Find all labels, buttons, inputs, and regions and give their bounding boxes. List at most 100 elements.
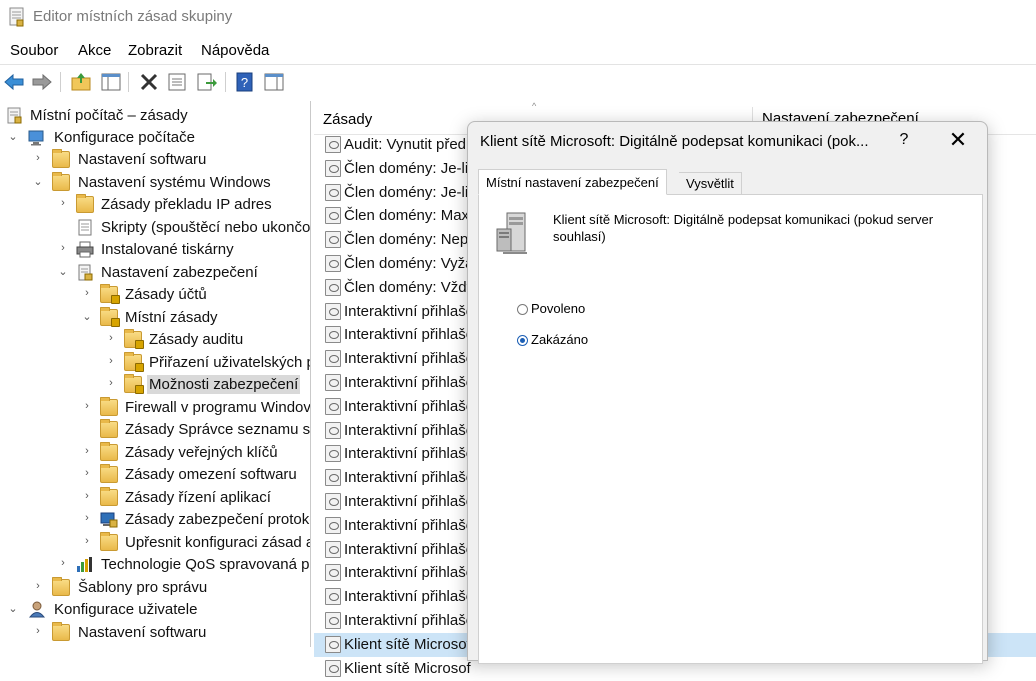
chevron-right-icon[interactable]: › (58, 197, 68, 209)
tree-label: Zásady překladu IP adres (101, 196, 272, 213)
chevron-right-icon[interactable]: › (106, 355, 116, 367)
up-folder-icon[interactable] (70, 71, 92, 93)
policy-editor-app-icon (9, 7, 24, 27)
menu-zobrazit[interactable]: Zobrazit (128, 42, 182, 59)
tree-label: Zásady řízení aplikací (125, 489, 271, 506)
tab-local-security-setting[interactable]: Místní nastavení zabezpečení (478, 169, 667, 195)
chevron-right-icon[interactable]: › (58, 557, 68, 569)
forward-arrow-icon[interactable] (31, 71, 53, 93)
properties-icon[interactable] (166, 71, 188, 93)
tree-label-selected: Možnosti zabezpečení (147, 375, 301, 394)
console-tree: Místní počítač – zásady ⌄ Konfigurace po… (0, 101, 311, 647)
policy-setting-icon (325, 136, 341, 153)
ip-security-icon (100, 512, 118, 528)
chevron-right-icon[interactable]: › (82, 535, 92, 547)
tree-item-administrative-templates[interactable]: › Šablony pro správu (0, 577, 310, 599)
tree-item-scripts[interactable]: Skripty (spouštěcí nebo ukončov (0, 217, 310, 239)
chevron-right-icon[interactable]: › (58, 242, 68, 254)
menu-napoveda[interactable]: Nápověda (201, 42, 269, 59)
dialog-tabs: Místní nastavení zabezpečení Vysvětlit (478, 169, 983, 195)
policy-setting-icon (325, 445, 341, 463)
list-item-label: Klient sítě Microsof (344, 659, 471, 677)
tree-item-user-software-settings[interactable]: › Nastavení softwaru (0, 622, 310, 644)
tree-item-application-control[interactable]: › Zásady řízení aplikací (0, 487, 310, 509)
help-button[interactable]: ? (893, 131, 915, 149)
tree-item-local-policies[interactable]: ⌄ Místní zásady (0, 307, 310, 329)
tree-label: Firewall v programu Windov (125, 399, 311, 416)
tree-item-user-rights-assignment[interactable]: › Přiřazení uživatelských p (0, 352, 310, 374)
column-header-policy[interactable]: Zásady (323, 111, 372, 128)
tree-item-windows-firewall[interactable]: › Firewall v programu Windov (0, 397, 311, 419)
menu-soubor[interactable]: Soubor (10, 42, 58, 59)
chevron-right-icon[interactable]: › (82, 287, 92, 299)
folder-icon (52, 622, 70, 641)
show-hide-tree-icon[interactable] (100, 71, 122, 93)
lock-icon (135, 363, 144, 372)
chevron-right-icon[interactable]: › (106, 332, 116, 344)
list-item-label: Interaktivní přihlašo (344, 469, 475, 487)
chevron-right-icon[interactable]: › (106, 377, 116, 389)
chevron-right-icon[interactable]: › (82, 467, 92, 479)
radio-label[interactable]: Povoleno (531, 301, 585, 316)
policy-setting-icon (325, 207, 341, 225)
radio-button-checked[interactable] (517, 335, 528, 346)
tree-item-ip-security-policies[interactable]: › Zásady zabezpečení protoko (0, 509, 310, 531)
tree-item-public-key-policies[interactable]: › Zásady veřejných klíčů (0, 442, 310, 464)
tree-label: Konfigurace počítače (54, 129, 195, 146)
show-hide-action-pane-icon[interactable] (263, 71, 285, 93)
delete-icon[interactable] (138, 71, 160, 93)
folder-icon (76, 194, 94, 213)
tree-label: Nastavení softwaru (78, 624, 207, 641)
tree-item-security-settings[interactable]: ⌄ Nastavení zabezpečení (0, 262, 310, 284)
list-item-label: Interaktivní přihlašo (344, 374, 475, 391)
chevron-right-icon[interactable]: › (82, 445, 92, 457)
close-button[interactable]: ✕ (946, 128, 970, 152)
tree-item-local-computer-policy[interactable]: Místní počítač – zásady (0, 105, 310, 127)
tree-label: Šablony pro správu (78, 579, 208, 596)
policy-setting-icon (325, 278, 341, 296)
tree-item-software-restriction[interactable]: › Zásady omezení softwaru (0, 464, 310, 486)
computer-icon (28, 130, 44, 146)
chevron-right-icon[interactable]: › (82, 512, 92, 524)
tree-item-windows-settings[interactable]: ⌄ Nastavení systému Windows (0, 172, 310, 194)
tree-item-software-settings[interactable]: › Nastavení softwaru (0, 149, 310, 171)
folder-icon (52, 577, 70, 596)
menu-akce[interactable]: Akce (78, 42, 111, 59)
list-item-label: Interaktivní přihlašo (344, 445, 475, 463)
chevron-down-icon[interactable]: ⌄ (8, 602, 18, 615)
chevron-right-icon[interactable]: › (82, 400, 92, 412)
chevron-right-icon[interactable]: › (33, 580, 43, 592)
tree-item-computer-configuration[interactable]: ⌄ Konfigurace počítače (0, 127, 310, 149)
policy-setting-icon (325, 588, 341, 606)
tab-explain[interactable]: Vysvětlit (679, 172, 742, 195)
folder-icon (100, 487, 118, 506)
chevron-right-icon[interactable]: › (33, 152, 43, 164)
list-item-label: Člen domény: Je-li (344, 183, 469, 201)
tree-label: Nastavení zabezpečení (101, 264, 258, 281)
chevron-down-icon[interactable]: ⌄ (33, 175, 43, 188)
chevron-right-icon[interactable]: › (82, 490, 92, 502)
tree-label: Upřesnit konfiguraci zásad a (125, 534, 311, 551)
chevron-down-icon[interactable]: ⌄ (8, 130, 18, 143)
tree-label: Zásady omezení softwaru (125, 466, 297, 483)
export-list-icon[interactable] (195, 71, 217, 93)
tree-item-security-options[interactable]: › Možnosti zabezpečení (0, 374, 310, 396)
tree-item-audit-policy[interactable]: › Zásady auditu (0, 329, 310, 351)
policy-name: Klient sítě Microsoft: Digitálně podepsa… (553, 212, 934, 244)
tree-item-account-policies[interactable]: › Zásady účtů (0, 284, 310, 306)
back-arrow-icon[interactable] (3, 71, 25, 93)
radio-label[interactable]: Zakázáno (531, 332, 588, 347)
radio-button[interactable] (517, 304, 528, 315)
chevron-right-icon[interactable]: › (33, 625, 43, 637)
chevron-down-icon[interactable]: ⌄ (58, 265, 68, 278)
help-icon[interactable]: ? (234, 71, 256, 93)
folder-icon (100, 442, 118, 461)
tree-item-user-configuration[interactable]: ⌄ Konfigurace uživatele (0, 599, 310, 621)
tree-item-advanced-audit[interactable]: › Upřesnit konfiguraci zásad a (0, 532, 311, 554)
tree-item-policy-based-qos[interactable]: › Technologie QoS spravovaná po (0, 554, 310, 576)
tree-item-installed-printers[interactable]: › Instalované tiskárny (0, 239, 310, 261)
chevron-down-icon[interactable]: ⌄ (82, 310, 92, 323)
policy-setting-icon (325, 231, 341, 249)
tree-item-ip-translation-policies[interactable]: › Zásady překladu IP adres (0, 194, 310, 216)
tree-item-network-list-manager[interactable]: Zásady Správce seznamu síti (0, 419, 310, 441)
